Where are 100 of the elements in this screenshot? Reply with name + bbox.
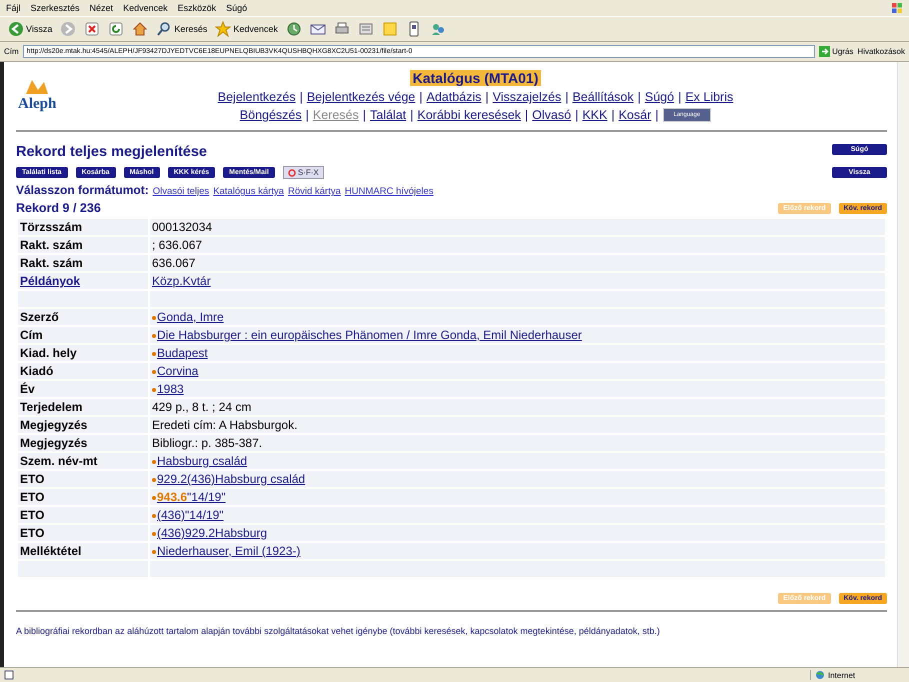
separator: | xyxy=(419,90,422,104)
value-link[interactable]: 943.6"14/19" xyxy=(157,490,226,504)
record-counter: Rekord 9 / 236 xyxy=(16,201,101,215)
value-link[interactable]: Közp.Kvtár xyxy=(152,274,211,288)
nav-link[interactable]: Ex Libris xyxy=(685,90,734,104)
ring-icon xyxy=(288,168,296,176)
nav-link[interactable]: Visszajelzés xyxy=(492,90,562,104)
bullet-icon xyxy=(152,370,156,374)
separator: | xyxy=(300,90,303,104)
separator: | xyxy=(575,108,578,122)
bullet-icon xyxy=(152,316,156,320)
format-label: Válasszon formátumot: xyxy=(16,183,149,197)
separator: | xyxy=(678,90,682,104)
field-label-cell: Szem. név-mt xyxy=(18,453,148,469)
search-button[interactable]: Keresés xyxy=(154,21,210,37)
field-value-cell: Eredeti cím: A Habsburgok. xyxy=(150,417,885,433)
field-value-cell: 000132034 xyxy=(150,219,885,235)
field-label-cell: Melléktétel xyxy=(18,543,148,559)
favorites-button[interactable]: Kedvencek xyxy=(213,21,280,37)
field-label-cell: Kiad. hely xyxy=(18,345,148,361)
format-link[interactable]: HUNMARC hívójeles xyxy=(344,186,434,197)
field-label-link[interactable]: Példányok xyxy=(20,274,80,288)
separator: | xyxy=(524,108,528,122)
field-label-cell: Cím xyxy=(18,327,148,343)
nav-link[interactable]: Bejelentkezés xyxy=(218,90,296,104)
back-icon xyxy=(8,21,24,37)
field-label-cell: Törzsszám xyxy=(18,219,148,235)
separator: | xyxy=(638,90,641,104)
value-link[interactable]: 1983 xyxy=(157,382,184,396)
logo-drawing: Aleph xyxy=(16,76,64,116)
bullet-icon xyxy=(152,532,156,536)
windows-logo-icon xyxy=(891,2,903,14)
refresh-icon xyxy=(108,21,124,37)
field-value-cell: 429 p., 8 t. ; 24 cm xyxy=(150,399,885,415)
go-button[interactable]: Ugrás xyxy=(819,46,854,57)
value-link[interactable]: Corvina xyxy=(157,364,198,378)
catalog-title: Katalógus (MTA01) xyxy=(410,70,542,86)
back-button[interactable]: Vissza xyxy=(6,21,54,37)
nav-link[interactable]: Súgó xyxy=(644,90,674,104)
value-link[interactable]: Budapest xyxy=(157,346,208,360)
field-label-cell: Szerző xyxy=(18,309,148,325)
separator: | xyxy=(565,90,568,104)
nav-link[interactable]: Beállítások xyxy=(572,90,634,104)
value-link[interactable]: Niederhauser, Emil (1923-) xyxy=(157,544,300,558)
links-label[interactable]: Hivatkozások xyxy=(857,47,905,56)
stop-icon xyxy=(84,21,100,37)
menu-item[interactable]: Eszközök xyxy=(178,3,216,13)
nav-link[interactable]: Találat xyxy=(370,108,406,122)
value-link[interactable]: (436)"14/19" xyxy=(157,508,224,522)
field-label-cell: ETO xyxy=(18,507,148,523)
value-link[interactable]: Gonda, Imre xyxy=(157,310,224,324)
value-link[interactable]: Habsburg család xyxy=(157,454,248,468)
separator: | xyxy=(611,108,615,122)
home-icon xyxy=(132,21,148,37)
nav-link[interactable]: Böngészés xyxy=(240,108,302,122)
nav-link[interactable]: Kosár xyxy=(618,108,652,122)
star-icon xyxy=(215,21,232,37)
format-link[interactable]: Katalógus kártya xyxy=(213,186,284,197)
people-icon xyxy=(430,21,446,37)
separator: | xyxy=(410,108,414,122)
value-link[interactable]: (436)929.2Habsburg xyxy=(157,526,268,540)
bullet-icon xyxy=(152,478,156,482)
bullet-icon xyxy=(152,550,156,554)
scrollbar[interactable] xyxy=(897,62,909,667)
menu-item[interactable]: Súgó xyxy=(226,3,248,13)
field-label-cell: Megjegyzés xyxy=(18,417,148,433)
field-value-cell: 636.067 xyxy=(150,255,885,271)
page-icon xyxy=(4,670,14,680)
field-label-cell: Rakt. szám xyxy=(18,237,148,253)
field-label-cell: Rakt. szám xyxy=(18,255,148,271)
field-label-cell: ETO xyxy=(18,489,148,505)
separator: | xyxy=(362,108,366,122)
menu-item[interactable]: Fájl xyxy=(6,3,21,13)
separator: | xyxy=(655,108,658,122)
globe-icon xyxy=(815,670,825,680)
format-link[interactable]: Olvasói teljes xyxy=(152,186,210,197)
page-title: Rekord teljes megjelenítése xyxy=(16,144,208,160)
value-link[interactable]: 929.2(436)Habsburg család xyxy=(157,472,306,486)
field-label-cell: Kiadó xyxy=(18,363,148,379)
nav-link[interactable]: Adatbázis xyxy=(426,90,482,104)
field-value-cell: ; 636.067 xyxy=(150,237,885,253)
menu-item[interactable]: Nézet xyxy=(90,3,114,13)
bullet-icon xyxy=(152,496,156,500)
nav-link[interactable]: Korábbi keresések xyxy=(417,108,521,122)
menu-item[interactable]: Szerkesztés xyxy=(30,3,80,13)
field-label-cell: Év xyxy=(18,381,148,397)
note-icon xyxy=(382,21,398,37)
clock-icon xyxy=(286,21,302,37)
nav-link[interactable]: Olvasó xyxy=(532,108,572,122)
menu-item[interactable]: Kedvencek xyxy=(123,3,168,13)
nav-link[interactable]: Bejelentkezés vége xyxy=(306,90,416,104)
sfx-button[interactable]: S·F·X xyxy=(282,166,324,179)
format-link[interactable]: Rövid kártya xyxy=(288,186,341,197)
arrow-icon xyxy=(819,46,830,57)
bullet-icon xyxy=(152,514,156,518)
value-link[interactable]: Die Habsburger : ein europäisches Phänomen / Imre Gonda, Emil Niederhauser xyxy=(157,328,582,342)
field-label-cell: ETO xyxy=(18,471,148,487)
nav-link[interactable]: KKK xyxy=(582,108,608,122)
bullet-icon xyxy=(152,352,156,356)
field-label-cell: Terjedelem xyxy=(18,399,148,415)
